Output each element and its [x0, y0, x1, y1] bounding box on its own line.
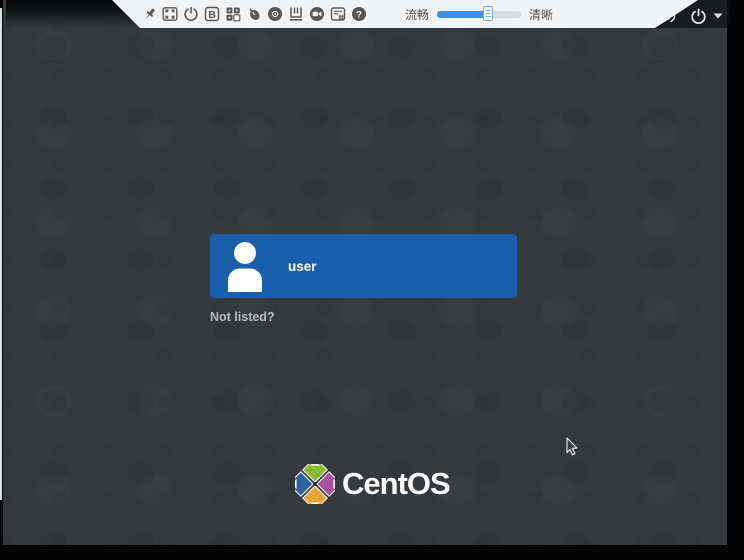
quality-slider-handle[interactable]	[483, 6, 493, 21]
quality-slider-track[interactable]	[437, 11, 521, 18]
not-listed-link[interactable]: Not listed?	[210, 310, 275, 324]
help-icon[interactable]: ?	[351, 6, 367, 22]
power-icon[interactable]	[690, 8, 707, 25]
os-name-label: CentOS	[342, 466, 450, 502]
cdrom-icon[interactable]	[267, 6, 283, 22]
quality-label-sharp: 清晰	[529, 6, 553, 23]
mouse-cursor	[565, 437, 581, 457]
username-label: user	[288, 259, 317, 274]
power-actions-icon[interactable]	[183, 6, 199, 22]
blank-screen-icon[interactable]: B	[204, 6, 220, 22]
hotkeys-icon[interactable]	[225, 6, 241, 22]
window-left-edge	[0, 8, 2, 500]
quality-slider-fill	[437, 11, 488, 18]
quality-label-smooth: 流畅	[405, 6, 429, 23]
centos-logo-icon	[295, 464, 335, 504]
dropdown-caret-icon[interactable]	[713, 13, 723, 19]
pin-icon[interactable]	[141, 6, 157, 22]
quality-slider-group: 流畅 清晰	[405, 0, 553, 28]
record-icon[interactable]	[309, 6, 325, 22]
os-branding: CentOS	[295, 464, 450, 504]
toolbar-icon-group: B	[141, 0, 367, 28]
blank-screen-letter: B	[208, 9, 216, 21]
help-glyph: ?	[356, 10, 362, 21]
storage-icon[interactable]	[288, 6, 304, 22]
user-avatar-icon	[227, 240, 263, 292]
virtual-keyboard-icon[interactable]	[330, 6, 346, 22]
user-row[interactable]: user	[210, 234, 517, 298]
fullscreen-icon[interactable]	[162, 6, 178, 22]
mouse-icon[interactable]	[246, 6, 262, 22]
